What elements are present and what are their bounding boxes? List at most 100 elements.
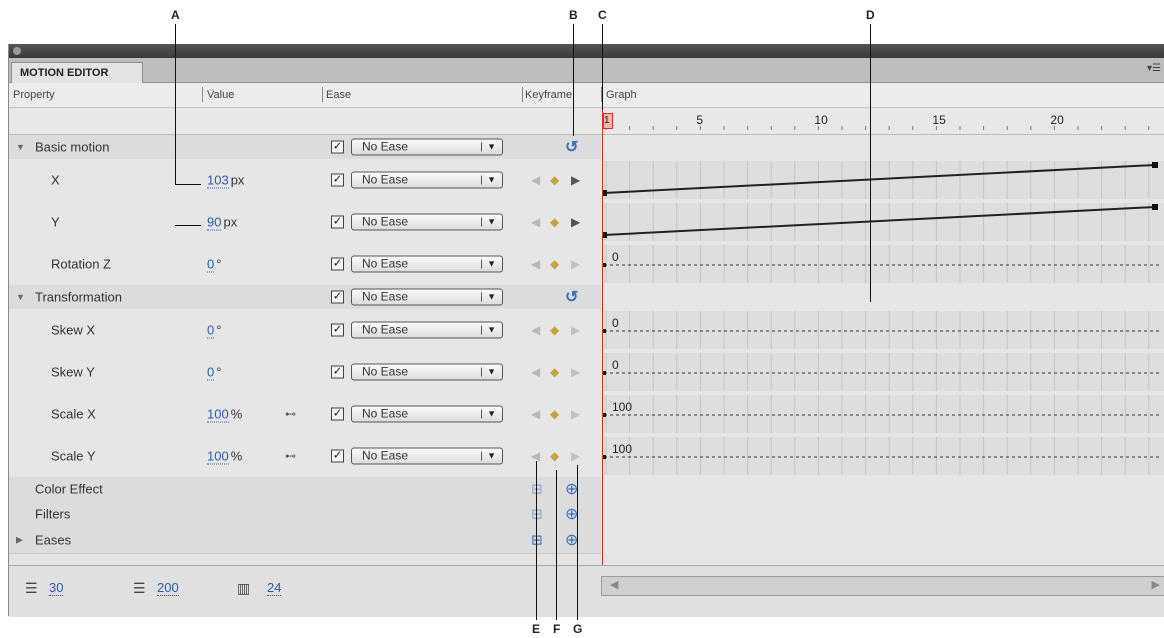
ease-dropdown[interactable]: No Ease ▼	[351, 405, 503, 423]
ease-dropdown[interactable]: No Ease ▼	[351, 447, 503, 465]
graph-row-bg	[602, 245, 1164, 283]
footer-bar: ☰ 30 ☰ 200 ▥ 24 ◀ ▶	[9, 565, 1164, 617]
ease-checkbox[interactable]: ✓	[331, 323, 344, 337]
keyframe-point	[1152, 204, 1158, 210]
property-value[interactable]: 100%	[207, 406, 242, 423]
property-label: Color Effect	[35, 481, 103, 497]
ease-dropdown[interactable]: No Ease ▼	[351, 363, 503, 381]
ease-checkbox[interactable]: ✓	[331, 257, 344, 271]
scroll-right-icon[interactable]: ▶	[1152, 578, 1160, 591]
property-value[interactable]: 0 °	[207, 322, 221, 339]
keyframe-point	[1152, 162, 1158, 168]
playhead-frame[interactable]: 1	[603, 113, 613, 129]
callout-f: F	[553, 622, 561, 636]
previous-keyframe-icon[interactable]: ◀	[531, 215, 540, 229]
add-keyframe-icon[interactable]: ◆	[550, 449, 559, 463]
property-row[interactable]: ▼ Basic motion ✓ No Ease ▼ ↺	[9, 135, 601, 160]
property-value[interactable]: 90 px	[207, 214, 237, 231]
add-keyframe-icon[interactable]: ◆	[550, 407, 559, 421]
ease-checkbox[interactable]: ✓	[331, 449, 344, 463]
next-keyframe-icon[interactable]: ▶	[571, 449, 580, 463]
viewable-frames-icon: ▥	[237, 580, 251, 596]
ease-dropdown[interactable]: No Ease ▼	[351, 138, 503, 156]
add-keyframe-icon[interactable]: ◆	[550, 365, 559, 379]
link-values-icon[interactable]: ⊷	[285, 408, 296, 421]
ruler-label: 15	[932, 113, 946, 127]
ease-dropdown[interactable]: No Ease ▼	[351, 171, 503, 189]
expand-triangle-icon[interactable]: ▶	[16, 535, 23, 546]
next-keyframe-icon[interactable]: ▶	[571, 407, 580, 421]
property-value[interactable]: 103 px	[207, 172, 244, 189]
add-keyframe-icon[interactable]: ◆	[550, 257, 559, 271]
tab-motion-editor[interactable]: MOTION EDITOR	[11, 62, 143, 83]
motion-editor-panel: MOTION EDITOR ▾☰ Property Value Ease Key…	[8, 44, 1164, 617]
next-keyframe-icon[interactable]: ▶	[571, 173, 580, 187]
curve-value-label: 100	[612, 442, 632, 456]
collapse-triangle-icon[interactable]: ▼	[16, 292, 25, 302]
next-keyframe-icon[interactable]: ▶	[571, 323, 580, 337]
scroll-left-icon[interactable]: ◀	[610, 578, 618, 591]
property-row[interactable]: Color Effect⊟⊕	[9, 477, 601, 502]
graph-grid: 0 0 0 100 100	[602, 161, 1164, 475]
callout-a: A	[171, 8, 180, 22]
ease-dropdown[interactable]: No Ease ▼	[351, 213, 503, 231]
property-value[interactable]: 100%	[207, 448, 242, 465]
ease-checkbox[interactable]: ✓	[331, 407, 344, 421]
property-row[interactable]: X 103 px ✓ No Ease ▼ ◀ ◆ ▶	[9, 159, 601, 202]
previous-keyframe-icon[interactable]: ◀	[531, 173, 540, 187]
previous-keyframe-icon[interactable]: ◀	[531, 407, 540, 421]
panel-menu-icon[interactable]: ▾☰	[1147, 63, 1161, 74]
next-keyframe-icon[interactable]: ▶	[571, 365, 580, 379]
property-value[interactable]: 0 °	[207, 256, 221, 273]
add-keyframe-icon[interactable]: ◆	[550, 323, 559, 337]
ease-dropdown[interactable]: No Ease ▼	[351, 288, 503, 306]
property-label: Y	[51, 214, 60, 230]
ease-checkbox[interactable]: ✓	[331, 140, 344, 154]
next-keyframe-icon[interactable]: ▶	[571, 215, 580, 229]
reset-values-icon[interactable]: ↺	[565, 137, 578, 157]
property-row[interactable]: Skew Y 0 ° ✓ No Ease ▼ ◀ ◆ ▶	[9, 351, 601, 394]
property-label: Scale X	[51, 406, 96, 422]
ease-checkbox[interactable]: ✓	[331, 290, 344, 304]
close-dot[interactable]	[13, 47, 21, 55]
graph-area[interactable]: 0 0 0 100 100	[602, 135, 1164, 579]
property-row[interactable]: Y 90 px ✓ No Ease ▼ ◀ ◆ ▶	[9, 201, 601, 244]
playhead[interactable]	[602, 108, 603, 578]
property-row[interactable]: ▼ Transformation ✓ No Ease ▼ ↺	[9, 285, 601, 310]
add-keyframe-icon[interactable]: ◆	[550, 173, 559, 187]
curve-value-label: 100	[612, 400, 632, 414]
property-row[interactable]: Filters⊟⊕	[9, 501, 601, 528]
property-row[interactable]: Skew X 0 ° ✓ No Ease ▼ ◀ ◆ ▶	[9, 309, 601, 352]
property-value[interactable]: 0 °	[207, 364, 221, 381]
property-row[interactable]: Scale X 100% ⊷ ✓ No Ease ▼ ◀ ◆ ▶	[9, 393, 601, 436]
graph-row-bg	[602, 437, 1164, 475]
col-graph: Graph	[606, 89, 637, 101]
viewable-frames-value[interactable]: 24	[267, 580, 282, 596]
link-values-icon[interactable]: ⊷	[285, 450, 296, 463]
property-label: X	[51, 172, 60, 188]
property-row[interactable]: Rotation Z 0 ° ✓ No Ease ▼ ◀ ◆ ▶	[9, 243, 601, 286]
collapse-triangle-icon[interactable]: ▼	[16, 142, 25, 152]
reset-values-icon[interactable]: ↺	[565, 287, 578, 307]
callout-b: B	[569, 8, 578, 22]
property-row[interactable]: ▶Eases⊟⊕	[9, 527, 601, 554]
horizontal-scrollbar[interactable]: ◀ ▶	[601, 576, 1164, 596]
ease-checkbox[interactable]: ✓	[331, 215, 344, 229]
expanded-graph-size-value[interactable]: 200	[157, 580, 179, 596]
expanded-graph-size-icon: ☰	[133, 580, 146, 596]
ease-dropdown[interactable]: No Ease ▼	[351, 321, 503, 339]
next-keyframe-icon[interactable]: ▶	[571, 257, 580, 271]
ease-dropdown[interactable]: No Ease ▼	[351, 255, 503, 273]
add-keyframe-icon[interactable]: ◆	[550, 215, 559, 229]
ease-checkbox[interactable]: ✓	[331, 173, 344, 187]
property-label: Skew X	[51, 322, 96, 338]
property-row[interactable]: Scale Y 100% ⊷ ✓ No Ease ▼ ◀ ◆ ▶	[9, 435, 601, 478]
timeline-ruler[interactable]: 5 10 15 20	[9, 108, 1164, 135]
callout-g: G	[573, 622, 583, 636]
ease-checkbox[interactable]: ✓	[331, 365, 344, 379]
previous-keyframe-icon[interactable]: ◀	[531, 323, 540, 337]
previous-keyframe-icon[interactable]: ◀	[531, 365, 540, 379]
graph-size-value[interactable]: 30	[49, 580, 64, 596]
panel-titlebar[interactable]	[9, 44, 1164, 58]
previous-keyframe-icon[interactable]: ◀	[531, 257, 540, 271]
